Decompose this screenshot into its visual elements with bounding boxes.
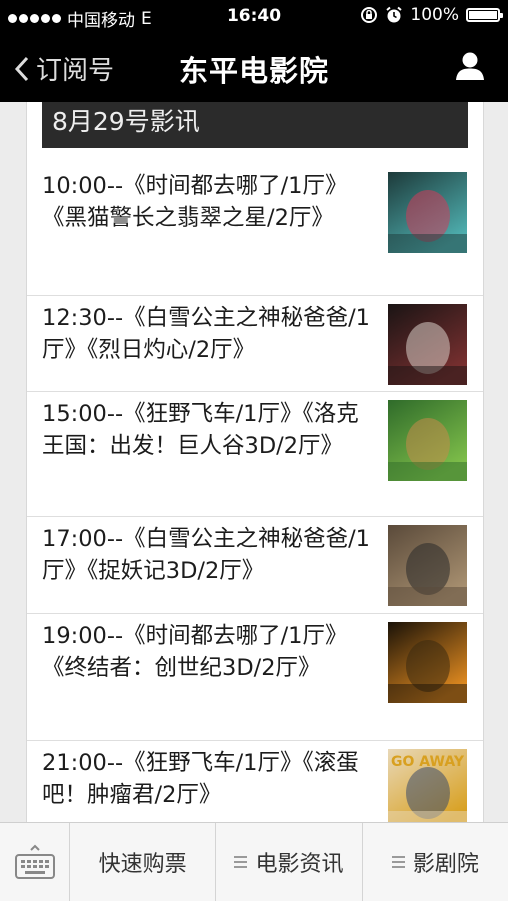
submenu-icon (391, 856, 405, 868)
session-schedule: 10:00--《时间都去哪了/1厅》《黑猫警长之翡翠之星/2厅》 (42, 173, 348, 231)
page-title: 东平电影院 (178, 54, 329, 88)
menu-label: 快速购票 (98, 852, 187, 877)
poster-image: GO AWAY (388, 749, 467, 822)
movie-poster (388, 304, 467, 385)
movie-poster (388, 400, 467, 481)
poster-image (388, 400, 467, 481)
rotation-lock-icon (361, 7, 378, 23)
profile-button[interactable] (454, 50, 486, 86)
submenu-icon (234, 856, 248, 868)
poster-image (388, 622, 467, 703)
session-schedule: 12:30--《白雪公主之神秘爸爸/1厅》《烈日灼心/2厅》 (42, 305, 370, 363)
menu-label: 电影资讯 (255, 852, 344, 877)
session-item: 17:00--《白雪公主之神秘爸爸/1厅》《捉妖记3D/2厅》 (27, 517, 483, 614)
session-item: 19:00--《时间都去哪了/1厅》《终结者：创世纪3D/2厅》 (27, 614, 483, 741)
movie-poster (388, 172, 467, 253)
poster-image (388, 304, 467, 385)
status-bar: 中国移动 E 16:40 100% (0, 0, 508, 32)
movie-poster: GO AWAY (388, 749, 467, 822)
session-schedule: 15:00--《狂野飞车/1厅》《洛克王国：出发！巨人谷3D/2厅》 (42, 401, 359, 459)
session-item: 10:00--《时间都去哪了/1厅》《黑猫警长之翡翠之星/2厅》 (27, 164, 483, 296)
session-item: 15:00--《狂野飞车/1厅》《洛克王国：出发！巨人谷3D/2厅》 (27, 392, 483, 517)
menu-theater[interactable]: 影剧院 (363, 823, 508, 901)
battery-icon (466, 8, 503, 22)
poster-image (388, 525, 467, 606)
user-icon (456, 52, 484, 80)
alarm-icon (386, 6, 403, 23)
session-item: 21:00--《狂野飞车/1厅》《滚蛋吧！肿瘤君/2厅》 GO AWAY (27, 741, 483, 822)
menu-label: 影剧院 (412, 852, 479, 877)
keyboard-icon (14, 844, 55, 879)
movie-poster (388, 622, 467, 703)
menu-quick-ticket[interactable]: 快速购票 (70, 823, 217, 901)
session-schedule: 19:00--《时间都去哪了/1厅》《终结者：创世纪3D/2厅》 (42, 623, 348, 681)
menu-movie-news[interactable]: 电影资讯 (216, 823, 363, 901)
session-schedule: 21:00--《狂野飞车/1厅》《滚蛋吧！肿瘤君/2厅》 (42, 750, 359, 808)
session-schedule: 17:00--《白雪公主之神秘爸爸/1厅》《捉妖记3D/2厅》 (42, 526, 370, 584)
status-right: 100% (360, 5, 503, 25)
poster-title-text: GO AWAY (391, 754, 465, 770)
nav-bar: 订阅号 东平电影院 (0, 32, 508, 102)
poster-image (388, 172, 467, 253)
movie-poster (388, 525, 467, 606)
article-content: 8月29号影讯 10:00--《时间都去哪了/1厅》《黑猫警长之翡翠之星/2厅》… (26, 102, 484, 822)
session-list: 10:00--《时间都去哪了/1厅》《黑猫警长之翡翠之星/2厅》 12:30--… (27, 164, 483, 822)
date-header: 8月29号影讯 (42, 102, 468, 148)
keyboard-toggle-button[interactable] (0, 823, 70, 901)
battery-percent: 100% (410, 5, 459, 25)
session-item: 12:30--《白雪公主之神秘爸爸/1厅》《烈日灼心/2厅》 (27, 296, 483, 392)
bottom-menu-bar: 快速购票 电影资讯 影剧院 (0, 822, 508, 901)
